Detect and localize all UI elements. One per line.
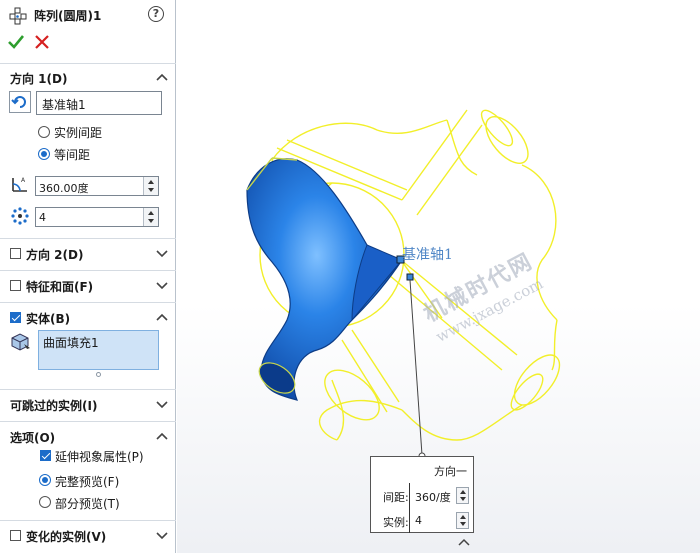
reverse-direction-icon[interactable] — [9, 91, 31, 113]
instance-spacing-label: 实例间距 — [54, 126, 103, 140]
section-features-faces-label: 特征和面(F) — [26, 280, 94, 294]
section-direction2-header[interactable]: 方向 2(D) — [0, 242, 176, 264]
direction-callout-box: 方向一 间距: 360/度 实例: 4 — [370, 456, 474, 533]
chevron-up-icon[interactable] — [156, 431, 168, 441]
section-options-header[interactable]: 选项(O) — [0, 425, 176, 447]
ok-cancel-bar — [0, 32, 176, 54]
chevron-up-icon[interactable] — [458, 537, 470, 547]
callout-spacing-input[interactable]: 360/度 — [411, 486, 471, 506]
angle-value: 360.00度 — [39, 182, 89, 195]
list-item[interactable]: 曲面填充1 — [43, 334, 99, 351]
section-skippable-label: 可跳过的实例(I) — [10, 399, 98, 413]
section-features-faces-header[interactable]: 特征和面(F) — [0, 274, 176, 296]
section-bodies-label: 实体(B) — [26, 312, 71, 326]
bodies-checkbox[interactable] — [10, 312, 21, 323]
chevron-down-icon[interactable] — [156, 248, 168, 258]
solid-body-icon — [11, 333, 30, 351]
propagate-visual-checkbox[interactable] — [40, 450, 51, 461]
features-faces-checkbox[interactable] — [10, 280, 21, 291]
question-circle-icon[interactable]: ? — [148, 6, 164, 22]
callout-count-spinner[interactable] — [456, 512, 469, 529]
graphics-area[interactable]: 基准轴1 机械时代网 www.jxage.com 方向一 间距: 360/度 实… — [177, 0, 700, 553]
section-varied-header[interactable]: 变化的实例(V) — [0, 524, 176, 546]
callout-title: 方向一 — [434, 465, 467, 478]
callout-spacing-spinner[interactable] — [456, 487, 469, 504]
x-icon[interactable] — [35, 34, 49, 50]
divider — [0, 520, 176, 521]
svg-text:A: A — [21, 177, 26, 184]
chevron-down-icon[interactable] — [156, 280, 168, 290]
divider — [0, 63, 176, 64]
section-direction1-header[interactable]: 方向 1(D) — [0, 66, 176, 88]
angle-input[interactable]: 360.00度 — [35, 176, 159, 196]
section-varied-label: 变化的实例(V) — [26, 530, 107, 544]
angle-icon: A — [12, 177, 27, 192]
instance-count-input[interactable]: 4 — [35, 207, 159, 227]
count-spinner[interactable] — [143, 208, 158, 226]
partial-preview-radio[interactable] — [39, 496, 51, 508]
divider — [0, 270, 176, 271]
divider — [0, 389, 176, 390]
direction-handle — [406, 273, 414, 281]
property-manager-panel: 阵列(圆周)1 ? 方向 1(D) 基准轴1 实例间距 等间距 A 360.00… — [0, 0, 176, 553]
axis-selection-field[interactable]: 基准轴1 — [36, 91, 162, 115]
divider — [0, 302, 176, 303]
equal-spacing-label: 等间距 — [54, 148, 91, 162]
panel-title-bar: 阵列(圆周)1 ? — [0, 0, 176, 30]
direction2-checkbox[interactable] — [10, 248, 21, 259]
section-skippable-header[interactable]: 可跳过的实例(I) — [0, 393, 176, 415]
callout-count-label: 实例: — [383, 516, 409, 529]
callout-count-value: 4 — [415, 514, 422, 527]
chevron-down-icon[interactable] — [156, 530, 168, 540]
instance-count-value: 4 — [39, 211, 46, 224]
instance-spacing-radio[interactable] — [38, 126, 50, 138]
propagate-visual-label: 延伸视象属性(P) — [55, 450, 144, 464]
callout-spacing-label: 间距: — [383, 491, 409, 504]
angle-spinner[interactable] — [143, 177, 158, 195]
section-direction1-label: 方向 1(D) — [10, 72, 68, 86]
divider — [0, 421, 176, 422]
equal-spacing-radio[interactable] — [38, 148, 50, 160]
axis-selection-value: 基准轴1 — [42, 98, 86, 112]
varied-checkbox[interactable] — [10, 530, 21, 541]
instance-count-icon — [11, 207, 29, 225]
selected-body — [246, 157, 403, 401]
section-options-label: 选项(O) — [10, 431, 56, 445]
full-preview-radio[interactable] — [39, 474, 51, 486]
chevron-up-icon[interactable] — [156, 312, 168, 322]
resize-grip[interactable] — [96, 372, 101, 377]
callout-count-input[interactable]: 4 — [411, 511, 471, 531]
bodies-selection-list[interactable]: 曲面填充1 — [38, 330, 159, 370]
chevron-down-icon[interactable] — [156, 399, 168, 409]
divider — [0, 238, 176, 239]
circular-pattern-icon — [9, 7, 27, 25]
check-icon[interactable] — [8, 33, 24, 51]
axis-annotation-label: 基准轴1 — [402, 247, 453, 263]
callout-spacing-value: 360/度 — [415, 491, 451, 504]
section-direction2-label: 方向 2(D) — [26, 248, 84, 262]
section-bodies-header[interactable]: 实体(B) — [0, 306, 176, 328]
partial-preview-label: 部分预览(T) — [55, 497, 120, 511]
chevron-up-icon[interactable] — [156, 72, 168, 82]
callout-divider — [409, 483, 410, 533]
panel-title: 阵列(圆周)1 — [34, 9, 102, 23]
full-preview-label: 完整预览(F) — [55, 475, 120, 489]
